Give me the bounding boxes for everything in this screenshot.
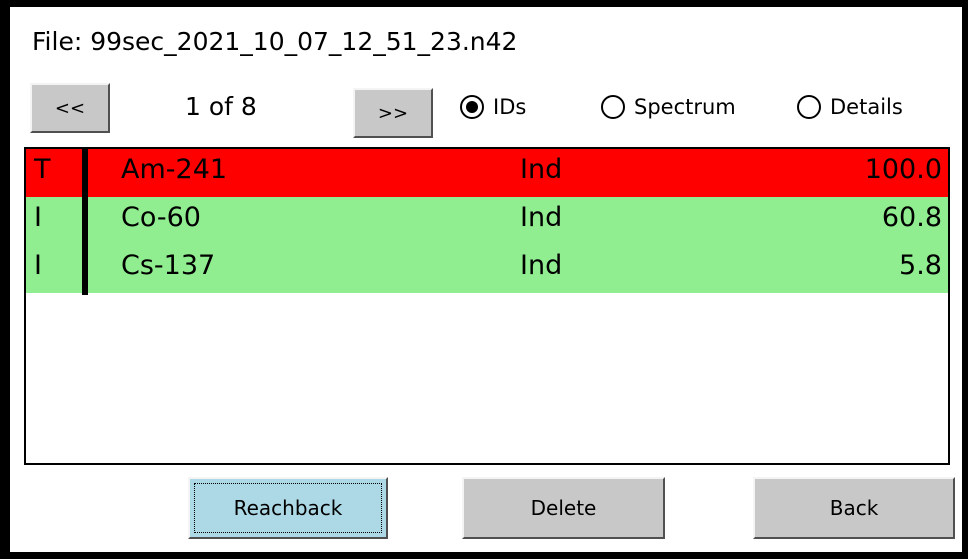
row-category: Ind [520,250,563,281]
delete-button[interactable]: Delete [462,477,665,539]
radio-unselected-icon [601,95,625,119]
row-value: 60.8 [881,202,942,233]
row-nuclide: Cs-137 [121,250,216,281]
list-item[interactable]: T Am-241 Ind 100.0 [26,149,948,197]
row-nuclide: Am-241 [121,154,228,185]
row-type: I [34,250,42,281]
radio-ids-label: IDs [493,95,527,119]
focus-outline [194,483,382,533]
radio-selected-icon [460,95,484,119]
row-nuclide: Co-60 [121,202,201,233]
identification-list[interactable]: T Am-241 Ind 100.0 I Co-60 Ind 60.8 I Cs… [24,147,950,465]
back-button[interactable]: Back [753,477,955,539]
radio-spectrum-label: Spectrum [634,95,736,119]
row-category: Ind [520,202,563,233]
radio-unselected-icon [797,95,821,119]
radio-spectrum[interactable]: Spectrum [601,95,736,119]
row-value: 100.0 [864,154,942,185]
list-item[interactable]: I Cs-137 Ind 5.8 [26,245,948,293]
page-indicator: 1 of 8 [185,92,257,121]
row-value: 5.8 [899,250,942,281]
column-divider [82,149,88,295]
row-category: Ind [520,154,563,185]
radio-details[interactable]: Details [797,95,903,119]
row-type: T [34,154,51,185]
file-name-label: File: 99sec_2021_10_07_12_51_23.n42 [32,27,518,56]
reachback-button[interactable]: Reachback [188,477,388,539]
results-screen: File: 99sec_2021_10_07_12_51_23.n42 << 1… [10,7,962,552]
radio-details-label: Details [830,95,903,119]
radio-ids[interactable]: IDs [460,95,526,119]
row-type: I [34,202,42,233]
next-page-button[interactable]: >> [353,88,433,138]
list-item[interactable]: I Co-60 Ind 60.8 [26,197,948,245]
previous-page-button[interactable]: << [30,83,110,133]
